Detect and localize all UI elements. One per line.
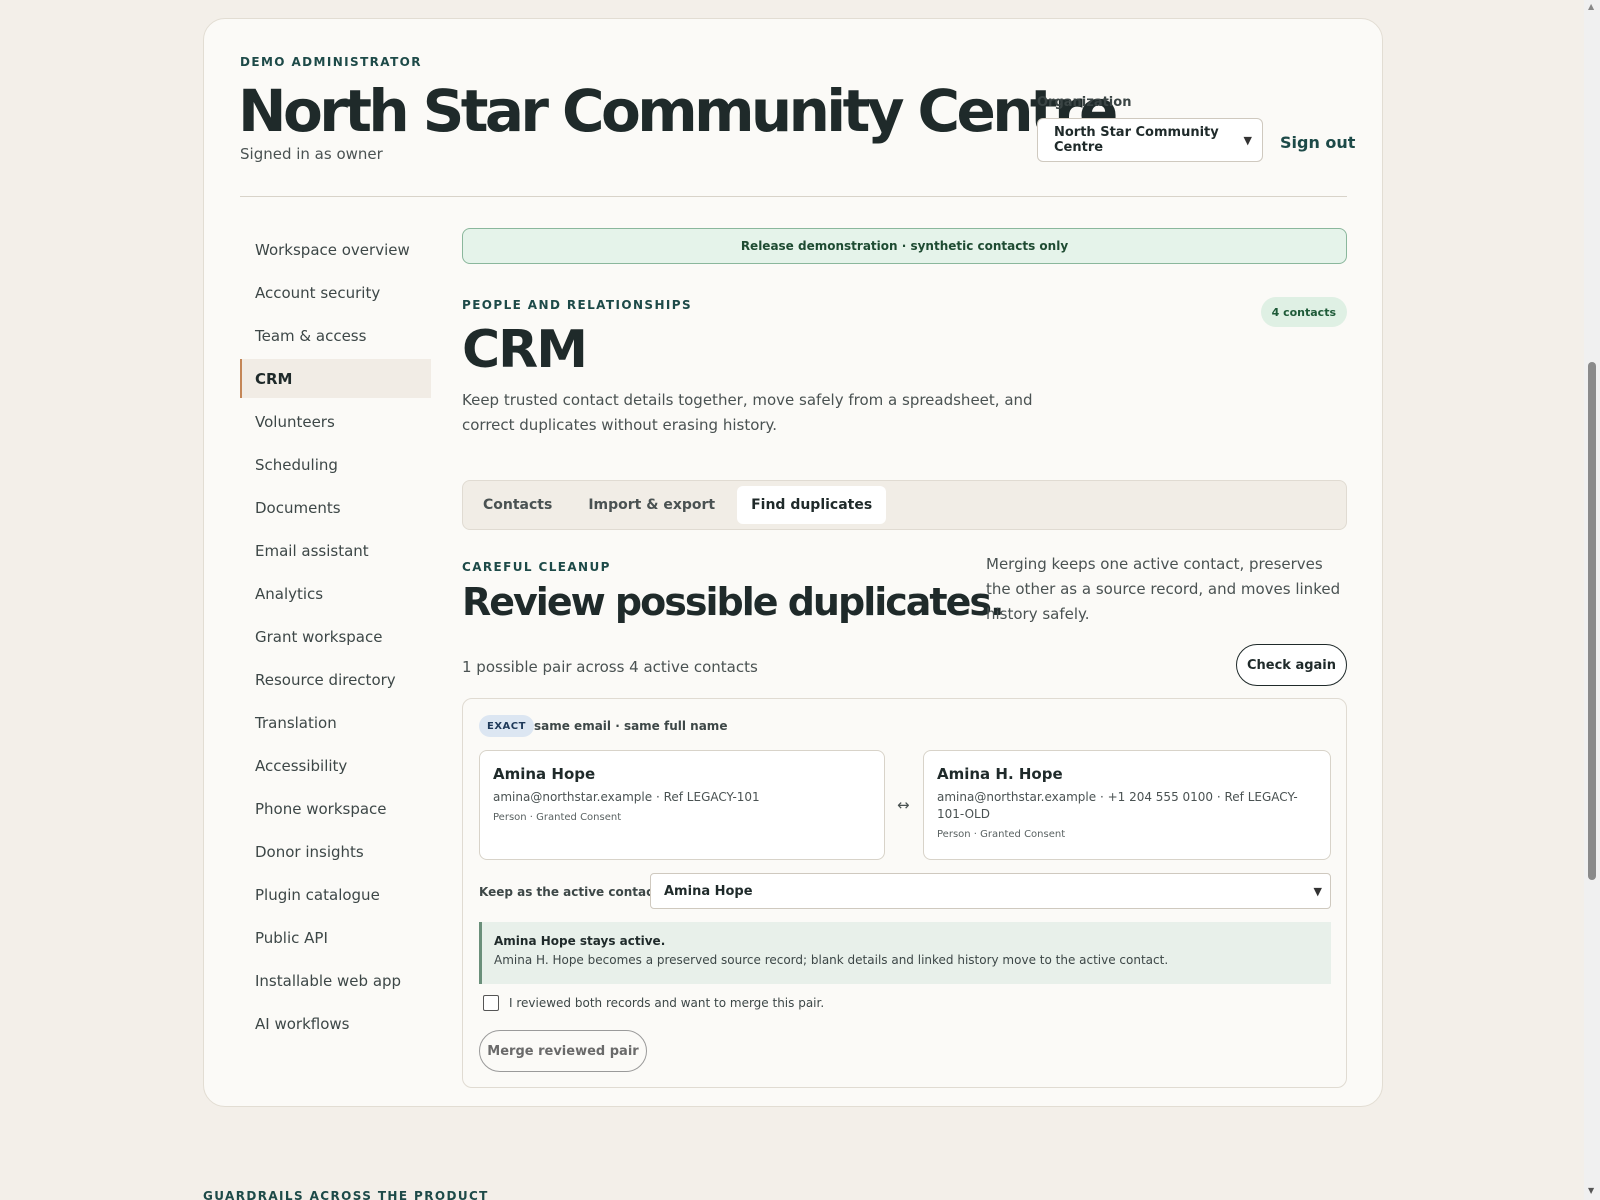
pair-count: 1 possible pair across 4 active contacts [462, 658, 758, 676]
cleanup-note: Merging keeps one active contact, preser… [986, 555, 1341, 623]
keep-active-value: Amina Hope [664, 883, 753, 899]
sidebar-item-email-assistant[interactable]: Email assistant [240, 531, 431, 570]
keep-active-label: Keep as the active contact [479, 885, 659, 899]
sidebar-item-team-access[interactable]: Team & access [240, 316, 431, 355]
contact-meta: Person · Granted Consent [937, 829, 1066, 840]
cleanup-eyebrow: CAREFUL CLEANUP [462, 560, 611, 574]
tab-contacts[interactable]: Contacts [469, 486, 566, 524]
contact-record-right: Amina H. Hope amina@northstar.example · … [923, 750, 1331, 860]
merge-summary-title: Amina Hope stays active. [494, 934, 666, 948]
sidebar-item-installable-web-app[interactable]: Installable web app [240, 961, 431, 1000]
chevron-down-icon: ▼ [1243, 133, 1252, 147]
merge-summary: Amina Hope stays active. Amina H. Hope b… [479, 922, 1331, 984]
contact-name: Amina Hope [493, 765, 596, 783]
sidebar-item-grant-workspace[interactable]: Grant workspace [240, 617, 431, 656]
scrollbar-thumb[interactable] [1588, 362, 1596, 880]
sidebar-item-scheduling[interactable]: Scheduling [240, 445, 431, 484]
sidebar-item-account-security[interactable]: Account security [240, 273, 431, 312]
sidebar-item-ai-workflows[interactable]: AI workflows [240, 1004, 431, 1043]
sidebar-item-analytics[interactable]: Analytics [240, 574, 431, 613]
sidebar-item-accessibility[interactable]: Accessibility [240, 746, 431, 785]
sidebar-item-translation[interactable]: Translation [240, 703, 431, 742]
sidebar-item-phone-workspace[interactable]: Phone workspace [240, 789, 431, 828]
sidebar-item-donor-insights[interactable]: Donor insights [240, 832, 431, 871]
contact-details: amina@northstar.example · +1 204 555 010… [937, 790, 1298, 821]
header-divider [240, 196, 1347, 197]
sidebar-item-public-api[interactable]: Public API [240, 918, 431, 957]
match-type-badge: EXACT [479, 715, 534, 737]
signed-in-status: Signed in as owner [240, 145, 383, 163]
review-checkbox[interactable] [483, 995, 499, 1011]
workspace-card: DEMO ADMINISTRATOR North Star Community … [203, 18, 1383, 1107]
contact-meta: Person · Granted Consent [493, 812, 622, 823]
organization-select-value: North Star Community Centre [1054, 125, 1219, 155]
check-again-button[interactable]: Check again [1236, 644, 1347, 686]
merge-summary-body: Amina H. Hope becomes a preserved source… [494, 953, 1169, 967]
review-confirmation: I reviewed both records and want to merg… [483, 995, 824, 1011]
tab-find-duplicates[interactable]: Find duplicates [737, 486, 887, 524]
duplicate-pair-card: EXACT same email · same full name Amina … [462, 698, 1347, 1088]
section-title: CRM [462, 320, 588, 380]
section-eyebrow: PEOPLE AND RELATIONSHIPS [462, 298, 693, 312]
scroll-up-icon[interactable]: ▲ [1588, 2, 1594, 11]
page-scrollbar[interactable]: ▲ ▼ [1584, 0, 1600, 1200]
swap-arrows-icon: ↔ [897, 796, 910, 814]
merge-pair-button[interactable]: Merge reviewed pair [479, 1030, 647, 1072]
organization-select[interactable]: North Star Community Centre ▼ [1037, 118, 1263, 162]
tab-import-export[interactable]: Import & export [574, 486, 729, 524]
cleanup-title: Review possible duplicates. [462, 580, 1004, 624]
footer-eyebrow: GUARDRAILS ACROSS THE PRODUCT [203, 1189, 489, 1200]
sidebar-item-volunteers[interactable]: Volunteers [240, 402, 431, 441]
scroll-down-icon[interactable]: ▼ [1588, 1186, 1594, 1195]
contact-count-badge: 4 contacts [1260, 297, 1347, 327]
demo-banner: Release demonstration · synthetic contac… [462, 228, 1347, 264]
contact-details: amina@northstar.example · Ref LEGACY-101 [493, 790, 760, 804]
page-title: North Star Community Centre [238, 77, 1118, 145]
contact-name: Amina H. Hope [937, 765, 1063, 783]
keep-active-select[interactable]: Amina Hope ▼ [650, 873, 1331, 909]
review-checkbox-label[interactable]: I reviewed both records and want to merg… [509, 996, 824, 1010]
sidebar-item-plugin-catalogue[interactable]: Plugin catalogue [240, 875, 431, 914]
section-description: Keep trusted contact details together, m… [462, 391, 1033, 434]
sidebar-nav: Workspace overview Account security Team… [240, 230, 431, 1047]
role-eyebrow: DEMO ADMINISTRATOR [240, 55, 422, 69]
sign-out-link[interactable]: Sign out [1280, 133, 1355, 152]
organization-label: Organization [1037, 95, 1132, 110]
sidebar-item-resource-directory[interactable]: Resource directory [240, 660, 431, 699]
chevron-down-icon: ▼ [1313, 884, 1322, 898]
crm-tabs: Contacts Import & export Find duplicates [462, 480, 1347, 530]
match-reason: same email · same full name [534, 719, 728, 733]
contact-record-left: Amina Hope amina@northstar.example · Ref… [479, 750, 885, 860]
sidebar-item-documents[interactable]: Documents [240, 488, 431, 527]
crm-main: Release demonstration · synthetic contac… [462, 228, 1347, 1088]
sidebar-item-crm[interactable]: CRM [240, 359, 431, 398]
sidebar-item-workspace-overview[interactable]: Workspace overview [240, 230, 431, 269]
